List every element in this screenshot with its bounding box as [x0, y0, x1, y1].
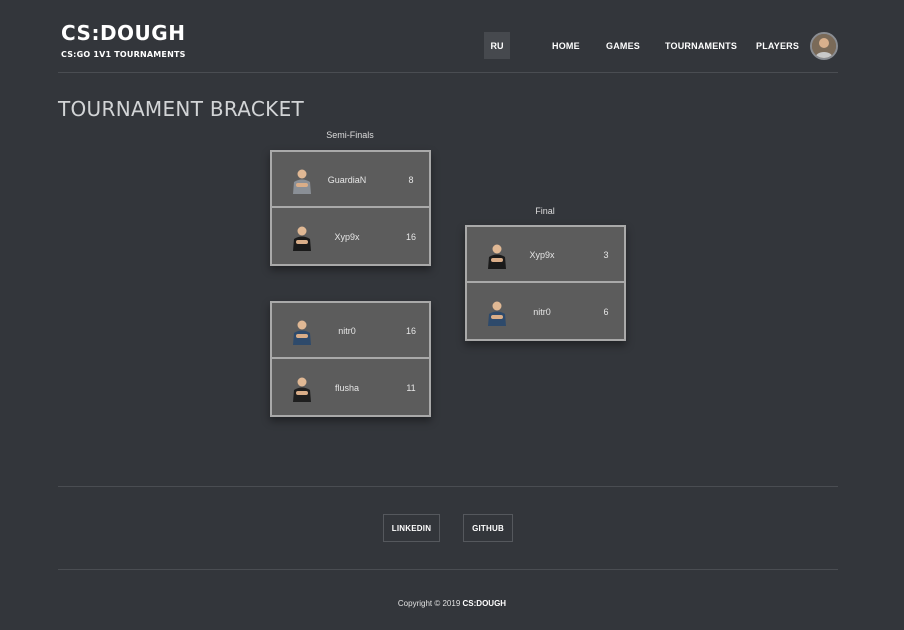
player-avatar-icon: [293, 226, 311, 251]
player-score: 8: [408, 175, 414, 185]
nav-games[interactable]: GAMES: [606, 41, 640, 51]
player-avatar-icon: [293, 169, 311, 194]
player-name[interactable]: Xyp9x: [517, 227, 567, 283]
match-final: Xyp9x 3 nitr0 6: [465, 225, 626, 341]
brand-subtitle: CS:GO 1V1 TOURNAMENTS: [61, 50, 186, 59]
player-slot[interactable]: GuardiaN 8: [272, 152, 429, 208]
player-avatar-icon: [293, 377, 311, 402]
player-slot[interactable]: nitr0 6: [467, 284, 624, 340]
copyright-brand: CS:DOUGH: [462, 599, 507, 608]
player-slot[interactable]: Xyp9x 16: [272, 209, 429, 265]
round-label-final: Final: [535, 206, 555, 216]
match-semifinal-1: GuardiaN 8 Xyp9x 16: [270, 150, 431, 266]
site-header: CS:DOUGH CS:GO 1V1 TOURNAMENTS RU HOME G…: [58, 0, 838, 73]
player-name[interactable]: nitr0: [517, 284, 567, 340]
player-slot[interactable]: nitr0 16: [272, 303, 429, 359]
nav-tournaments[interactable]: TOURNAMENTS: [665, 41, 737, 51]
match-semifinal-2: nitr0 16 flusha 11: [270, 301, 431, 417]
player-slot[interactable]: Xyp9x 3: [467, 227, 624, 283]
player-avatar-icon: [488, 244, 506, 269]
footer-divider: [58, 486, 838, 487]
player-avatar-icon: [488, 301, 506, 326]
user-avatar[interactable]: [810, 32, 838, 60]
github-button[interactable]: GITHUB: [463, 514, 513, 542]
brand-title[interactable]: CS:DOUGH: [61, 21, 186, 45]
nav-home[interactable]: HOME: [552, 41, 580, 51]
player-name[interactable]: flusha: [322, 360, 372, 416]
round-label-semifinals: Semi-Finals: [326, 130, 374, 140]
linkedin-button[interactable]: LINKEDIN: [383, 514, 440, 542]
copyright: Copyright © 2019 CS:DOUGH: [0, 599, 904, 608]
player-name[interactable]: nitr0: [322, 303, 372, 359]
player-slot[interactable]: flusha 11: [272, 360, 429, 416]
copyright-text: Copyright © 2019: [397, 599, 461, 608]
player-score: 3: [603, 250, 609, 260]
player-score: 16: [405, 326, 416, 336]
player-score: 11: [406, 383, 416, 393]
footer-divider: [58, 569, 838, 570]
user-avatar-icon: [812, 34, 836, 58]
language-toggle-button[interactable]: RU: [484, 32, 510, 59]
player-avatar-icon: [293, 320, 311, 345]
player-score: 16: [405, 232, 416, 242]
player-name[interactable]: Xyp9x: [322, 209, 372, 265]
nav-players[interactable]: PLAYERS: [756, 41, 799, 51]
brand[interactable]: CS:DOUGH CS:GO 1V1 TOURNAMENTS: [61, 21, 186, 59]
player-name[interactable]: GuardiaN: [322, 152, 372, 208]
page-title: TOURNAMENT BRACKET: [58, 97, 305, 121]
player-score: 6: [603, 307, 609, 317]
